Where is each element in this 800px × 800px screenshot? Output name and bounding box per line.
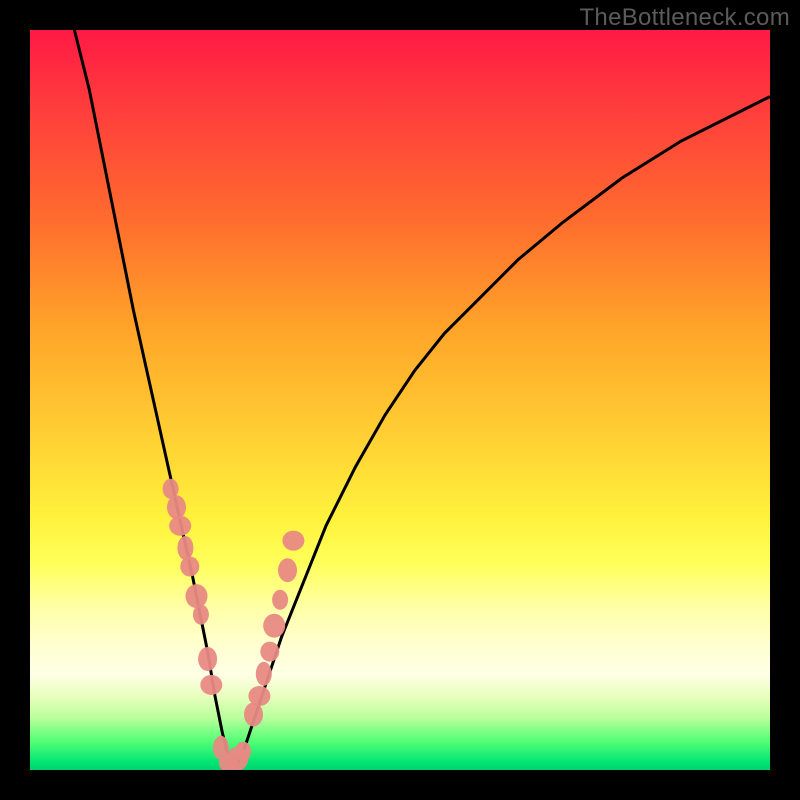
data-point bbox=[282, 531, 304, 551]
chart-svg bbox=[30, 30, 770, 770]
curve-group bbox=[74, 30, 770, 763]
data-point bbox=[256, 662, 272, 686]
data-point bbox=[177, 536, 193, 560]
data-points-group bbox=[163, 479, 305, 770]
watermark-text: TheBottleneck.com bbox=[579, 4, 790, 32]
data-point bbox=[248, 686, 270, 706]
data-point bbox=[260, 642, 279, 662]
data-point bbox=[244, 703, 263, 727]
data-point bbox=[272, 590, 288, 610]
data-point bbox=[180, 557, 199, 577]
data-point bbox=[200, 675, 222, 695]
data-point bbox=[278, 558, 297, 582]
chart-plot-area bbox=[30, 30, 770, 770]
data-point bbox=[263, 614, 285, 638]
chart-frame: TheBottleneck.com bbox=[0, 0, 800, 800]
data-point bbox=[193, 605, 209, 625]
data-point bbox=[235, 742, 251, 762]
data-point bbox=[186, 584, 208, 608]
data-point bbox=[198, 647, 217, 671]
data-point bbox=[167, 495, 186, 519]
data-point bbox=[169, 516, 191, 536]
bottleneck-curve bbox=[74, 30, 770, 763]
